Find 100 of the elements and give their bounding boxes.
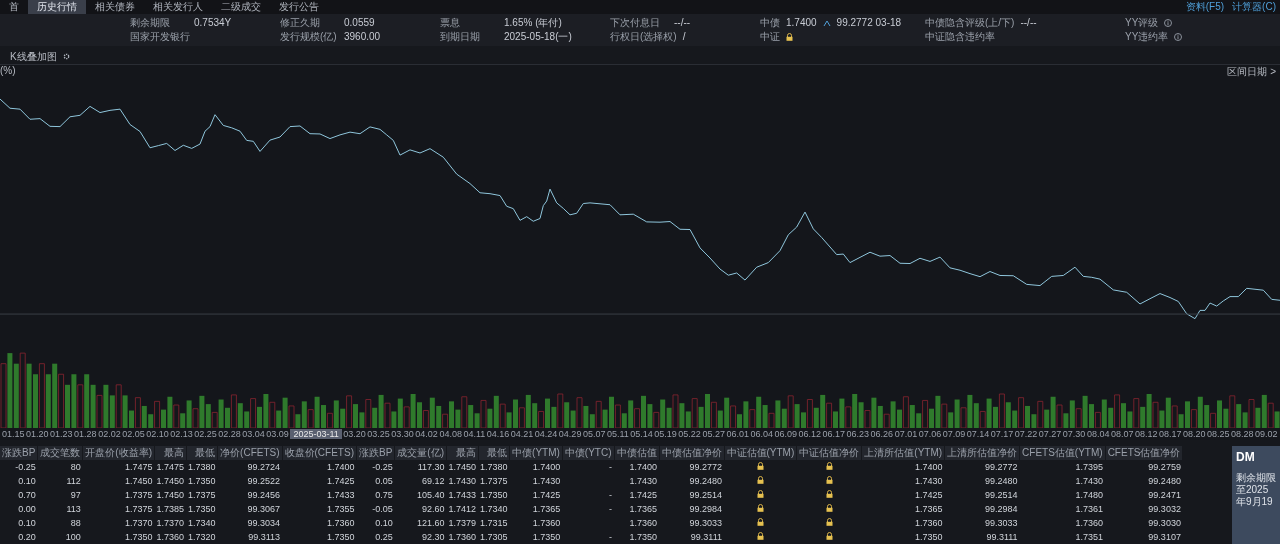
- table-cell: 1.7305: [480, 532, 508, 542]
- column-header[interactable]: 涨跌BP: [0, 446, 38, 460]
- column-header[interactable]: 中债估值: [614, 446, 659, 460]
- table-cell: 1.7355: [326, 504, 355, 514]
- table-cell: 99.2514: [985, 490, 1018, 500]
- column-header[interactable]: 成交笔数: [37, 446, 83, 460]
- toolbar-link[interactable]: 资料(F5): [1185, 0, 1225, 14]
- table-cell: 99.3111: [690, 532, 722, 542]
- field-value: 99.2772 03-18: [836, 17, 902, 28]
- table-cell: 1.7365: [629, 504, 657, 514]
- field-value: 2025-05-18(一): [504, 29, 572, 44]
- tab[interactable]: 历史行情: [28, 0, 86, 14]
- axis-label: 03.30: [391, 429, 414, 439]
- axis-label: 07.17: [990, 429, 1014, 439]
- info-icon[interactable]: [1174, 32, 1183, 41]
- table-cell: 1.7375: [188, 490, 216, 500]
- table-cell: -0.25: [372, 462, 393, 472]
- column-header[interactable]: 最低: [478, 446, 510, 460]
- range-button[interactable]: 区间日期 >: [1227, 65, 1276, 77]
- lock-icon: [825, 476, 833, 484]
- column-header[interactable]: 中证估值净价: [796, 446, 862, 460]
- field-label: 国家开发银行: [130, 29, 190, 44]
- table-cell: 99.2456: [247, 490, 281, 500]
- column-header[interactable]: 中债(YTC): [562, 446, 614, 460]
- table-cell: 1.7350: [629, 532, 657, 542]
- table-cell: 105.40: [416, 490, 445, 500]
- axis-label: 07.14: [966, 429, 990, 439]
- table-cell: 99.3033: [985, 518, 1018, 528]
- column-header[interactable]: 上清所估值(YTM): [861, 446, 945, 460]
- lock-icon: [756, 462, 764, 470]
- table-cell: 1.7433: [326, 490, 355, 500]
- table-cell: 1.7350: [326, 532, 355, 542]
- info-icon[interactable]: [1164, 18, 1173, 27]
- tab[interactable]: 首: [0, 0, 28, 14]
- table-cell: 99.2471: [1148, 490, 1181, 500]
- table-cell: 1.7400: [326, 462, 355, 472]
- column-header[interactable]: 上清所估值净价: [944, 446, 1020, 460]
- tab[interactable]: 发行公告: [270, 0, 328, 14]
- table-cell: 1.7340: [188, 518, 216, 528]
- column-header[interactable]: 成交量(亿): [394, 446, 447, 460]
- axis-label: 05.14: [630, 429, 653, 439]
- axis-label: 07.30: [1062, 429, 1086, 439]
- table-cell: 1.7425: [915, 490, 943, 500]
- axis-label: 08.20: [1183, 429, 1206, 439]
- tab[interactable]: 相关债券: [86, 0, 144, 14]
- table-cell: -: [609, 532, 612, 542]
- axis-label: 01.23: [50, 429, 73, 439]
- table-cell: 0.70: [18, 490, 36, 500]
- column-header[interactable]: 最低: [186, 446, 218, 460]
- column-header[interactable]: 最高: [446, 446, 479, 460]
- column-header[interactable]: 净价(CFETS): [217, 446, 283, 460]
- settings-icon[interactable]: [62, 53, 70, 60]
- lock-icon: [756, 532, 764, 540]
- column-header[interactable]: CFETS估值净价: [1105, 446, 1183, 460]
- column-header[interactable]: 中债估值净价: [659, 446, 724, 460]
- table-cell: 1.7425: [532, 490, 561, 500]
- chart-type-label[interactable]: K线叠加图: [10, 49, 57, 64]
- table-cell: 1.7365: [915, 504, 943, 514]
- table-cell: 1.7400: [915, 462, 943, 472]
- field-label: 中证隐含违约率: [925, 29, 995, 44]
- table-cell: 0.20: [18, 532, 36, 542]
- field-value: /: [682, 31, 686, 42]
- field-label: 行权日(选择权): [610, 29, 677, 44]
- axis-label: 01.28: [74, 429, 97, 439]
- tab[interactable]: 二级成交: [212, 0, 270, 14]
- table-cell: 1.7450: [156, 490, 185, 500]
- field-label: 中债隐含评级(上/下): [925, 15, 1015, 30]
- table-cell: 1.7395: [1075, 462, 1104, 472]
- column-header[interactable]: CFETS估值(YTM): [1019, 446, 1106, 460]
- column-header[interactable]: 收盘价(CFETS): [282, 446, 357, 460]
- axis-label: 06.26: [870, 429, 894, 439]
- table-cell: -: [609, 504, 612, 514]
- axis-label: 03.04: [242, 429, 265, 439]
- table-cell: 1.7425: [326, 476, 355, 486]
- field-value: 1.65% (年付): [504, 15, 562, 30]
- table-cell: 1.7350: [915, 532, 943, 542]
- field-label: 中证: [760, 29, 780, 44]
- table-cell: 99.3034: [247, 518, 281, 528]
- axis-label: 01.15: [2, 429, 25, 439]
- field-label: YY违约率: [1125, 29, 1169, 44]
- column-header[interactable]: 最高: [154, 446, 187, 460]
- axis-label: 02.25: [194, 429, 217, 439]
- table-cell: 69.12: [421, 476, 445, 486]
- table-cell: 1.7430: [532, 476, 561, 486]
- column-header[interactable]: 中债(YTM): [509, 446, 563, 460]
- table-cell: 1.7370: [156, 518, 185, 528]
- table-cell: 1.7350: [125, 532, 153, 542]
- column-header[interactable]: 中证估值(YTM): [724, 446, 797, 460]
- tab[interactable]: 相关发行人: [144, 0, 212, 14]
- table-cell: 99.2480: [1148, 476, 1181, 486]
- column-header[interactable]: 涨跌BP: [356, 446, 395, 460]
- axis-label: 04.02: [415, 429, 438, 439]
- field-value: --/--: [1020, 17, 1037, 28]
- toolbar-link[interactable]: 计算器(C): [1232, 0, 1276, 14]
- table-cell: 1.7480: [1075, 490, 1104, 500]
- table-cell: -0.05: [372, 504, 393, 514]
- column-header[interactable]: 开盘价(收益率): [82, 446, 155, 460]
- axis-label: 08.17: [1158, 429, 1182, 439]
- table-cell: 1.7375: [480, 476, 508, 486]
- axis-label: 02.10: [146, 429, 169, 439]
